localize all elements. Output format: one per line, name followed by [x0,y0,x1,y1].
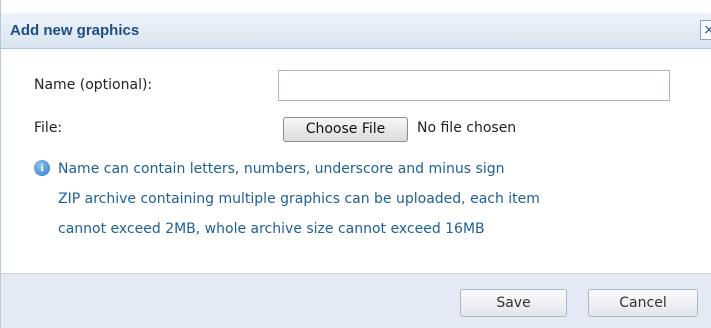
info-line: ZIP archive containing multiple graphics… [58,191,540,207]
file-label: File: [34,120,63,136]
no-file-chosen-text: No file chosen [417,120,517,136]
dialog-title: Add new graphics [10,22,140,39]
dialog-content: Name (optional): File: Choose File No fi… [1,49,711,273]
choose-file-button[interactable]: Choose File [283,117,408,142]
info-line: Name can contain letters, numbers, under… [58,161,505,177]
info-line: cannot exceed 2MB, whole archive size ca… [58,221,485,237]
name-input[interactable] [278,70,670,101]
add-graphics-dialog: Add new graphics × Name (optional): File… [0,0,711,328]
name-label: Name (optional): [34,77,153,93]
save-button[interactable]: Save [460,289,567,317]
dialog-titlebar: Add new graphics × [1,13,711,49]
dialog-footer: Save Cancel [1,273,711,328]
close-icon[interactable]: × [700,20,711,40]
info-icon: i [34,160,50,176]
cancel-button[interactable]: Cancel [588,289,698,317]
